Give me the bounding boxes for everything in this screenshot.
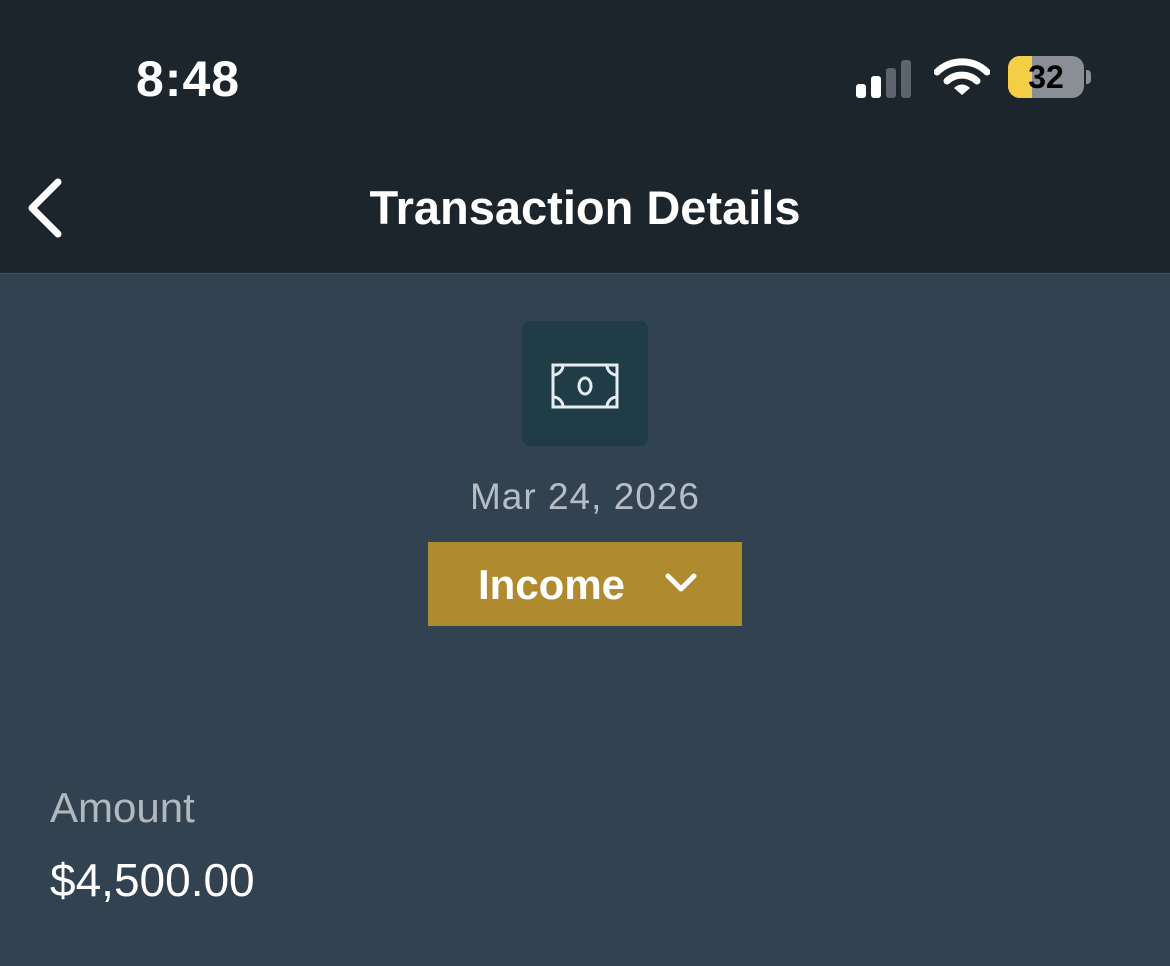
- cash-icon: [551, 363, 619, 409]
- battery-level: 32: [1028, 59, 1064, 95]
- battery-nub: [1086, 70, 1091, 84]
- category-dropdown[interactable]: Income: [428, 542, 742, 626]
- transaction-icon-tile: [522, 321, 648, 446]
- top-bar: 8:48 32 Transaction Details: [0, 0, 1170, 274]
- amount-label: Amount: [50, 784, 195, 831]
- cellular-signal-icon: [856, 58, 914, 98]
- category-label: Income: [478, 561, 626, 608]
- status-time: 8:48: [136, 51, 241, 107]
- transaction-date: Mar 24, 2026: [469, 476, 701, 517]
- chevron-down-icon: [665, 573, 697, 592]
- amount-value: $4,500.00: [50, 854, 255, 906]
- battery-icon: 32: [1008, 56, 1084, 98]
- wifi-icon: [934, 58, 990, 95]
- page-title: Transaction Details: [369, 181, 801, 234]
